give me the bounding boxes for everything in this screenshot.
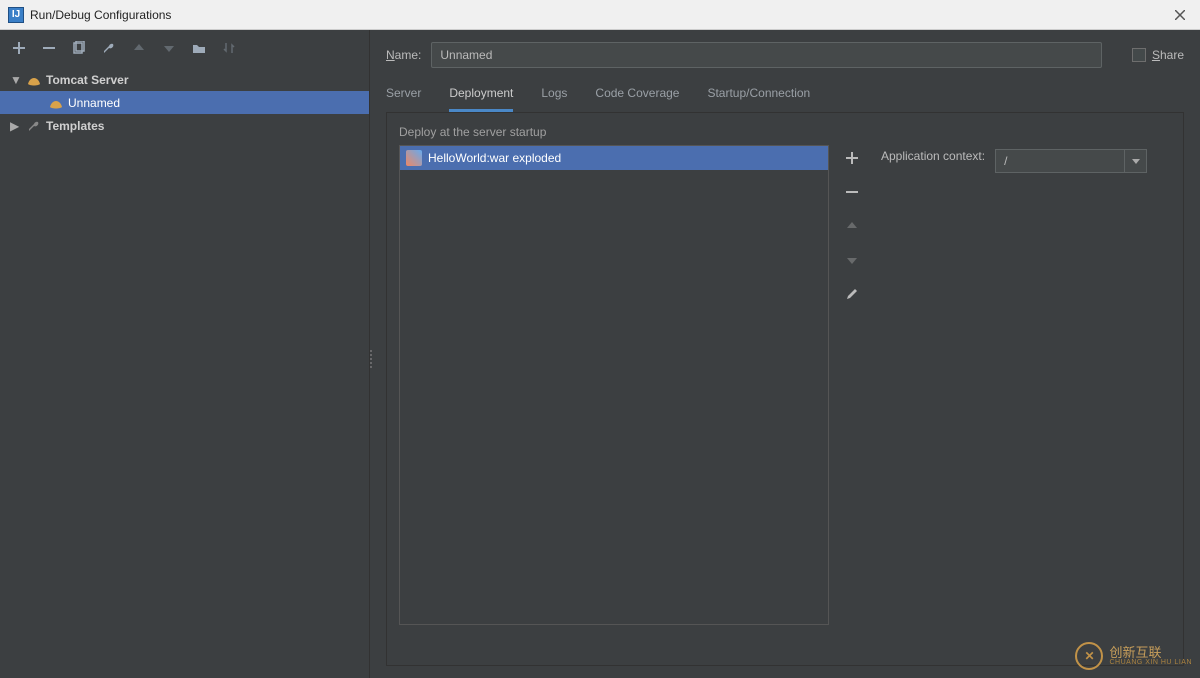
deployment-panel: Deploy at the server startup HelloWorld:… [386, 112, 1184, 666]
sort-icon[interactable] [220, 39, 238, 57]
artifact-row[interactable]: HelloWorld:war exploded [400, 146, 828, 170]
tree-label: Unnamed [68, 96, 120, 110]
share-checkbox[interactable]: Share [1132, 48, 1184, 62]
name-input[interactable] [431, 42, 1102, 68]
deploy-heading: Deploy at the server startup [399, 125, 1171, 139]
up-icon[interactable] [130, 39, 148, 57]
share-label: Share [1152, 48, 1184, 62]
splitter-handle[interactable] [368, 350, 374, 374]
edit-icon[interactable] [841, 283, 863, 305]
tab-server[interactable]: Server [386, 86, 421, 112]
tabs: Server Deployment Logs Code Coverage Sta… [370, 72, 1200, 112]
artifact-label: HelloWorld:war exploded [428, 151, 561, 165]
down-icon[interactable] [160, 39, 178, 57]
wrench-icon [26, 118, 42, 134]
tree-node-templates[interactable]: ▶ Templates [0, 114, 369, 137]
tree-node-unnamed[interactable]: Unnamed [0, 91, 369, 114]
add-icon[interactable] [10, 39, 28, 57]
name-label: Name: [386, 48, 421, 62]
tomcat-icon [26, 72, 42, 88]
window-title: Run/Debug Configurations [30, 8, 1168, 22]
close-button[interactable] [1168, 3, 1192, 27]
tree-label: Templates [46, 119, 104, 133]
tab-deployment[interactable]: Deployment [449, 86, 513, 112]
tree-label: Tomcat Server [46, 73, 128, 87]
chevron-right-icon: ▶ [10, 119, 22, 133]
context-row: Application context: [881, 145, 1147, 625]
context-input[interactable] [995, 149, 1125, 173]
chevron-down-icon: ▼ [10, 73, 22, 87]
right-panel: Name: Share Server Deployment Logs Code … [370, 30, 1200, 678]
checkbox-icon [1132, 48, 1146, 62]
left-panel: ▼ Tomcat Server Unnamed ▶ Templates [0, 30, 370, 678]
copy-icon[interactable] [70, 39, 88, 57]
context-label: Application context: [881, 149, 985, 163]
remove-icon[interactable] [40, 39, 58, 57]
tree-node-tomcat[interactable]: ▼ Tomcat Server [0, 68, 369, 91]
artifact-list[interactable]: HelloWorld:war exploded [399, 145, 829, 625]
tomcat-icon [48, 95, 64, 111]
folder-icon[interactable] [190, 39, 208, 57]
config-toolbar [0, 30, 369, 66]
titlebar: IJ Run/Debug Configurations [0, 0, 1200, 30]
config-tree: ▼ Tomcat Server Unnamed ▶ Templates [0, 66, 369, 678]
tab-logs[interactable]: Logs [541, 86, 567, 112]
tab-coverage[interactable]: Code Coverage [595, 86, 679, 112]
artifact-icon [406, 150, 422, 166]
down-icon[interactable] [841, 249, 863, 271]
artifact-buttons [841, 145, 869, 625]
tab-startup[interactable]: Startup/Connection [707, 86, 810, 112]
main-area: ▼ Tomcat Server Unnamed ▶ Templates Name… [0, 30, 1200, 678]
wrench-icon[interactable] [100, 39, 118, 57]
add-icon[interactable] [841, 147, 863, 169]
app-icon: IJ [8, 7, 24, 23]
name-row: Name: Share [370, 30, 1200, 72]
remove-icon[interactable] [841, 181, 863, 203]
up-icon[interactable] [841, 215, 863, 237]
dropdown-button[interactable] [1125, 149, 1147, 173]
